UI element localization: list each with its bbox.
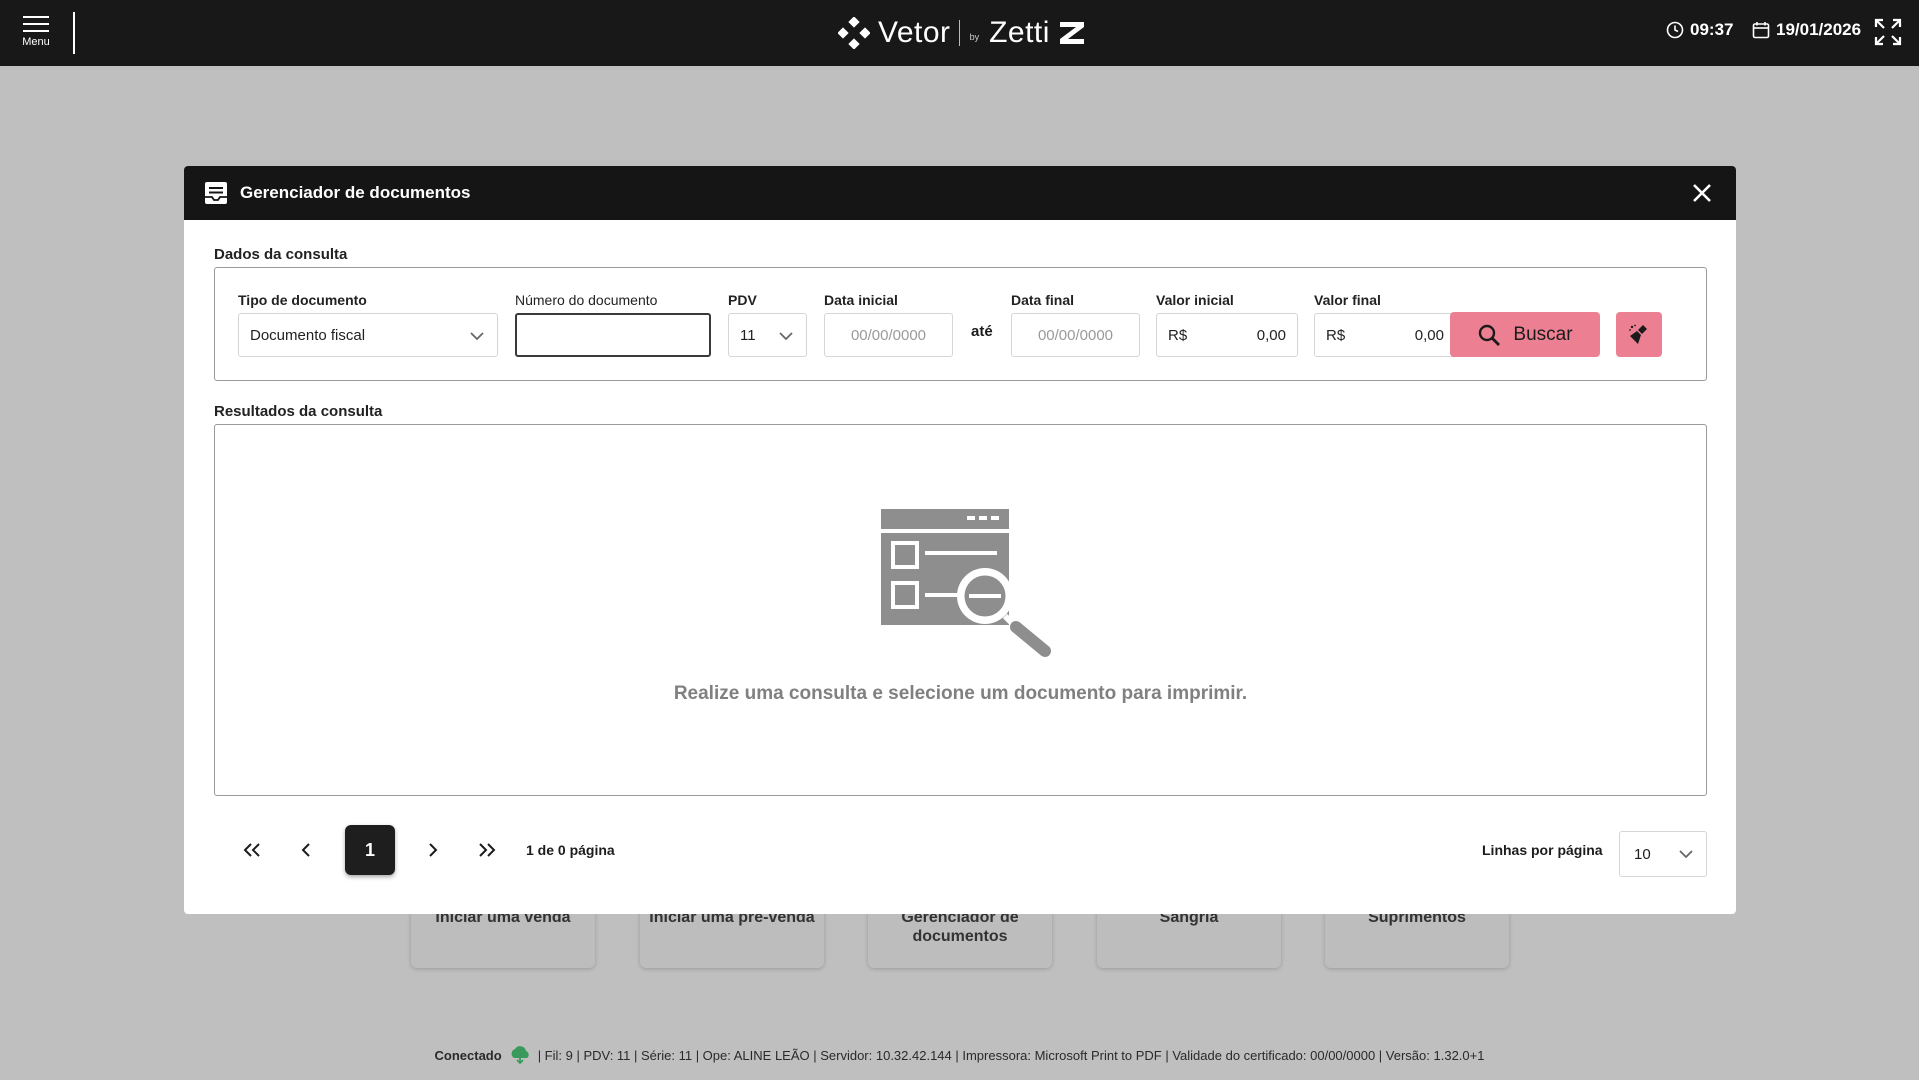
close-button[interactable] <box>1690 181 1714 210</box>
brand-logo: Vetor by Zetti <box>838 14 1086 52</box>
double-chevron-left-icon <box>243 843 260 857</box>
data-inicial-placeholder: 00/00/0000 <box>850 326 927 344</box>
pdv-value: 11 <box>740 326 756 344</box>
brand-vetor: Vetor <box>878 16 951 49</box>
status-bar: Conectado | Fil: 9 | PDV: 11 | Série: 11… <box>0 1046 1919 1064</box>
fullscreen-button[interactable] <box>1874 18 1902 51</box>
ate-label: até <box>971 323 993 340</box>
brand-by: by <box>969 32 980 42</box>
tile-label: Gerenciador de documentos <box>901 909 1019 945</box>
clear-filters-button[interactable] <box>1616 312 1662 357</box>
empty-state-message: Realize uma consulta e selecione um docu… <box>673 683 1248 704</box>
calendar-icon <box>1752 22 1770 39</box>
hamburger-icon <box>23 16 49 32</box>
numero-documento-input[interactable] <box>515 313 711 357</box>
next-page-button[interactable] <box>408 825 458 875</box>
current-page-button[interactable]: 1 <box>345 825 395 875</box>
connection-status: Conectado <box>434 1047 502 1063</box>
menu-label: Menu <box>22 36 50 48</box>
tipo-documento-select[interactable]: Documento fiscal <box>238 313 498 357</box>
brand-zetti: Zetti <box>989 16 1050 49</box>
currency-prefix: R$ <box>1326 326 1346 344</box>
date-value: 19/01/2026 <box>1776 20 1862 39</box>
valor-inicial-label: Valor inicial <box>1156 292 1234 308</box>
broom-icon <box>1629 324 1647 344</box>
document-icon <box>205 182 227 204</box>
modal-title: Gerenciador de documentos <box>240 183 471 202</box>
fullscreen-icon <box>1874 18 1902 46</box>
valor-final-label: Valor final <box>1314 292 1381 308</box>
valor-inicial-input[interactable]: R$ 0,00 <box>1156 313 1298 357</box>
menu-divider <box>73 12 75 54</box>
query-form: Tipo de documento Documento fiscal Númer… <box>214 267 1707 381</box>
top-bar: Menu Vetor by Zetti 09:37 19/01/2026 <box>0 0 1919 66</box>
zetti-logo-icon <box>1059 22 1084 44</box>
currency-prefix: R$ <box>1168 326 1188 344</box>
date: 19/01/2026 <box>1752 20 1861 40</box>
previous-page-button[interactable] <box>281 825 331 875</box>
data-final-placeholder: 00/00/0000 <box>1037 326 1114 344</box>
chevron-down-icon <box>470 332 484 341</box>
close-icon <box>1693 184 1711 202</box>
valor-inicial-value: 0,00 <box>1256 326 1286 344</box>
valor-final-value: 0,00 <box>1414 326 1444 344</box>
double-chevron-right-icon <box>479 843 496 857</box>
menu-button[interactable]: Menu <box>14 10 58 56</box>
data-inicial-label: Data inicial <box>824 292 898 308</box>
modal-header: Gerenciador de documentos <box>184 166 1736 220</box>
pdv-select[interactable]: 11 <box>728 313 807 357</box>
numero-documento-label: Número do documento <box>515 292 658 308</box>
clock: 09:37 <box>1666 20 1733 40</box>
tipo-documento-label: Tipo de documento <box>238 292 367 308</box>
cloud-connected-icon <box>511 1046 529 1064</box>
search-button-label: Buscar <box>1513 323 1573 345</box>
first-page-button[interactable] <box>227 825 277 875</box>
brand-separator <box>958 20 960 46</box>
last-page-button[interactable] <box>462 825 512 875</box>
tipo-documento-value: Documento fiscal <box>250 326 366 344</box>
chevron-down-icon <box>779 332 793 341</box>
data-final-input[interactable]: 00/00/0000 <box>1011 313 1140 357</box>
search-button[interactable]: Buscar <box>1450 312 1600 357</box>
query-section-title: Dados da consulta <box>214 246 348 263</box>
chevron-left-icon <box>301 843 310 857</box>
results-section-title: Resultados da consulta <box>214 403 383 420</box>
chevron-right-icon <box>429 843 438 857</box>
results-panel: Realize uma consulta e selecione um docu… <box>214 424 1707 796</box>
rows-per-page-value: 10 <box>1634 845 1651 863</box>
document-manager-modal: Gerenciador de documentos Dados da consu… <box>184 166 1736 914</box>
valor-final-input[interactable]: R$ 0,00 <box>1314 313 1456 357</box>
document-search-illustration-icon <box>881 509 1051 657</box>
data-final-label: Data final <box>1011 292 1075 308</box>
page-info: 1 de 0 página <box>526 842 615 858</box>
rows-per-page-select[interactable]: 10 <box>1619 831 1707 877</box>
vetor-logo-icon <box>838 17 870 49</box>
chevron-down-icon <box>1679 850 1693 859</box>
status-details: | Fil: 9 | PDV: 11 | Série: 11 | Ope: AL… <box>537 1047 1485 1063</box>
rows-per-page-label: Linhas por página <box>1482 842 1603 858</box>
clock-icon <box>1666 21 1684 39</box>
data-inicial-input[interactable]: 00/00/0000 <box>824 313 953 357</box>
search-icon <box>1479 324 1501 346</box>
pdv-label: PDV <box>728 292 757 308</box>
time-value: 09:37 <box>1690 20 1734 39</box>
